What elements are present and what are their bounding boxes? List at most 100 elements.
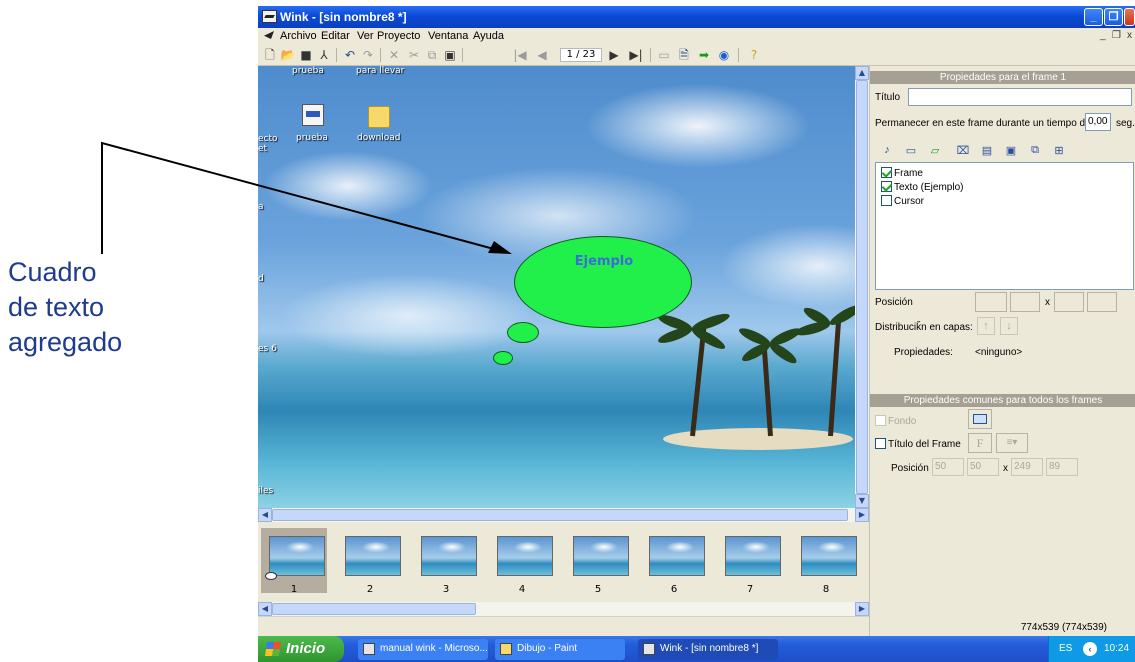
taskbar-item-paint[interactable]: Dibujo - Paint xyxy=(495,639,625,660)
tray-expand-icon[interactable]: ‹ xyxy=(1083,642,1097,656)
layer-up-button[interactable]: ↑ xyxy=(977,317,995,335)
frame-thumbnail[interactable]: 3 xyxy=(413,528,479,595)
help-icon[interactable]: ? xyxy=(746,47,762,63)
text-box-icon[interactable]: ▭ xyxy=(902,144,920,160)
frame-thumbnail[interactable]: 7 xyxy=(717,528,783,595)
navigation-icon[interactable]: ⊞ xyxy=(1050,144,1068,160)
frame-thumbnail[interactable]: 4 xyxy=(489,528,555,595)
common-position-y[interactable]: 50 xyxy=(967,458,999,476)
next-frame-icon[interactable]: ▶ xyxy=(606,47,622,63)
menu-ventana[interactable]: Ventana xyxy=(428,30,468,42)
taskbar-item-wink[interactable]: Wink - [sin nombre8 *] xyxy=(638,639,778,660)
layer-item-frame[interactable]: Frame xyxy=(881,167,923,180)
close-button[interactable] xyxy=(1124,8,1135,26)
background-option[interactable]: Fondo xyxy=(875,415,916,427)
screen-icon[interactable]: ▭ xyxy=(656,47,672,63)
height-field[interactable] xyxy=(1087,292,1117,312)
menu-proyecto[interactable]: Proyecto xyxy=(377,30,420,42)
frame-filmstrip: 1 2 3 4 5 6 7 8 xyxy=(258,522,869,602)
common-width[interactable]: 249 xyxy=(1011,458,1043,476)
font-button[interactable]: F xyxy=(968,433,992,453)
export-arrow-icon[interactable]: ➡ xyxy=(696,47,712,63)
frame-counter[interactable]: 1 / 23 xyxy=(560,48,602,62)
background-checkbox[interactable] xyxy=(875,415,886,426)
horizontal-scroll-thumb[interactable] xyxy=(272,509,848,521)
frame-thumbnail[interactable]: 2 xyxy=(337,528,403,595)
canvas-vertical-scrollbar[interactable]: ▲ ▼ xyxy=(855,66,869,508)
frame-thumbnail[interactable]: 5 xyxy=(565,528,631,595)
alignment-dropdown[interactable]: ≡▾ xyxy=(996,433,1028,453)
paste-icon[interactable]: ▣ xyxy=(442,47,458,63)
minimize-button[interactable]: _ xyxy=(1084,8,1103,26)
system-tray: ES ‹ 10:24 xyxy=(1048,636,1135,662)
mdi-minimize-button[interactable]: _ xyxy=(1100,30,1106,41)
open-icon[interactable]: 📂 xyxy=(280,47,296,63)
cut-icon[interactable]: ✂ xyxy=(406,47,422,63)
menu-ayuda[interactable]: Ayuda xyxy=(473,30,504,42)
image-icon[interactable]: ▱ xyxy=(926,144,944,160)
text-button-icon[interactable]: ⌧ xyxy=(954,144,972,160)
frame-thumbnail[interactable]: 1 xyxy=(261,528,327,595)
redo-icon[interactable]: ↷ xyxy=(360,47,376,63)
layer-down-button[interactable]: ↓ xyxy=(1000,317,1018,335)
globe-icon[interactable]: ◉ xyxy=(716,47,732,63)
mdi-restore-button[interactable]: ❐ xyxy=(1112,30,1121,41)
width-field[interactable] xyxy=(1054,292,1084,312)
position-y-field[interactable] xyxy=(1010,292,1040,312)
frame-canvas[interactable]: prueba para llevar prueba download ecto … xyxy=(258,66,855,508)
undo-icon[interactable]: ↶ xyxy=(342,47,358,63)
common-position-x[interactable]: 50 xyxy=(932,458,964,476)
menu-archivo[interactable]: Archivo xyxy=(280,30,317,42)
new-icon[interactable]: 🗋 xyxy=(262,47,278,63)
copy-icon[interactable]: ⧉ xyxy=(424,47,440,63)
maximize-button[interactable]: ❐ xyxy=(1104,8,1123,26)
text-bubble[interactable]: Ejemplo xyxy=(514,236,692,328)
stay-duration-input[interactable]: 0,00 xyxy=(1085,113,1111,131)
menu-ver[interactable]: Ver xyxy=(357,30,374,42)
frame-title-option[interactable]: Título del Frame xyxy=(875,438,961,450)
desktop-edge-label: es 6 xyxy=(258,344,277,354)
layer-checkbox[interactable] xyxy=(881,181,892,192)
background-image-button[interactable] xyxy=(968,409,992,429)
frame-title-checkbox[interactable] xyxy=(875,438,886,449)
save-icon[interactable]: ■ xyxy=(298,47,314,63)
sound-icon[interactable]: ♪ xyxy=(878,144,896,160)
filmstrip-scroll-left-button[interactable]: ◀ xyxy=(258,602,272,616)
filmstrip-scroll-thumb[interactable] xyxy=(272,603,476,615)
scroll-right-button[interactable]: ▶ xyxy=(855,508,869,522)
mdi-close-button[interactable]: x xyxy=(1127,30,1132,41)
last-frame-icon[interactable]: ▶| xyxy=(628,47,644,63)
layer-item-text[interactable]: Texto (Ejemplo) xyxy=(881,181,963,194)
start-button[interactable]: Inicio xyxy=(258,636,344,662)
filmstrip-scrollbar[interactable]: ◀ ▶ xyxy=(258,602,869,616)
vertical-scroll-thumb[interactable] xyxy=(856,80,868,494)
title-input[interactable] xyxy=(908,88,1132,106)
language-indicator[interactable]: ES xyxy=(1059,643,1072,654)
document-menu-icon[interactable] xyxy=(264,31,274,39)
canvas-horizontal-scrollbar[interactable]: ◀ ▶ xyxy=(258,508,869,522)
layer-item-cursor[interactable]: Cursor xyxy=(881,195,924,208)
scroll-up-button[interactable]: ▲ xyxy=(855,66,869,80)
title-bar[interactable]: Wink - [sin nombre8 *] _ ❐ xyxy=(258,6,1135,28)
button-image-icon[interactable]: ▣ xyxy=(1002,144,1020,160)
first-frame-icon[interactable]: |◀ xyxy=(512,47,528,63)
previous-frame-icon[interactable]: ◀ xyxy=(534,47,550,63)
frame-thumbnail[interactable]: 6 xyxy=(641,528,707,595)
scroll-left-button[interactable]: ◀ xyxy=(258,508,272,522)
common-height[interactable]: 89 xyxy=(1046,458,1078,476)
frame-thumbnail[interactable]: 8 xyxy=(793,528,859,595)
frame-number: 8 xyxy=(822,584,830,595)
layer-checkbox[interactable] xyxy=(881,195,892,206)
position-x-field[interactable] xyxy=(975,292,1007,312)
link-icon[interactable]: ⧉ xyxy=(1026,144,1044,160)
menu-editar[interactable]: Editar xyxy=(321,30,350,42)
filmstrip-scroll-right-button[interactable]: ▶ xyxy=(855,602,869,616)
render-icon[interactable]: ⅄ xyxy=(316,47,332,63)
button-icon[interactable]: ▤ xyxy=(978,144,996,160)
taskbar-item-manual-wink[interactable]: manual wink - Microso... xyxy=(358,639,488,660)
layer-checkbox[interactable] xyxy=(881,167,892,178)
scroll-down-button[interactable]: ▼ xyxy=(855,494,869,508)
layer-list[interactable]: Frame Texto (Ejemplo) Cursor xyxy=(875,162,1134,290)
delete-icon[interactable]: ✕ xyxy=(386,47,402,63)
document-icon[interactable]: 🗎 xyxy=(676,47,692,63)
